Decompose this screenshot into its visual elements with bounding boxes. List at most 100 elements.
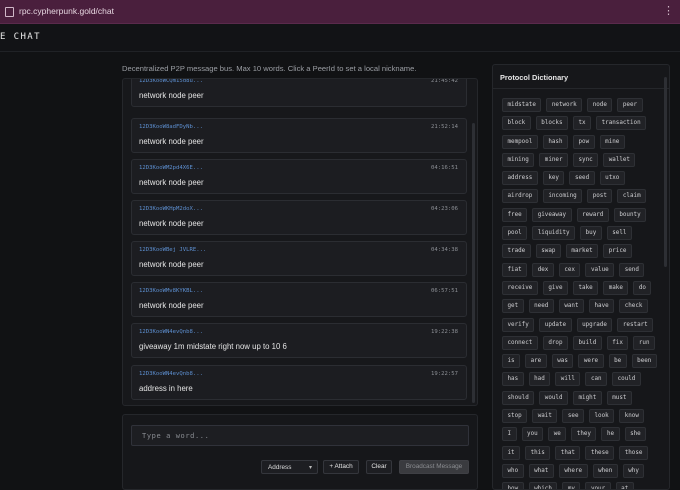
dictionary-word[interactable]: give xyxy=(542,280,569,295)
peer-id-link[interactable]: 12D3KooWCQm15d8u... xyxy=(139,79,203,84)
message-feed-scrollbar[interactable] xyxy=(472,123,475,403)
dictionary-word[interactable]: need xyxy=(528,299,554,314)
dictionary-word[interactable]: mine xyxy=(599,134,625,149)
dictionary-word[interactable]: check xyxy=(619,299,648,314)
dictionary-word[interactable]: hash xyxy=(542,134,569,149)
dictionary-word[interactable]: giveaway xyxy=(532,207,572,222)
dictionary-word[interactable]: know xyxy=(619,409,645,424)
dictionary-word[interactable]: was xyxy=(551,354,574,369)
dictionary-word[interactable]: why xyxy=(622,463,645,478)
dictionary-word[interactable]: stop xyxy=(502,409,528,424)
dictionary-word[interactable]: were xyxy=(578,354,604,369)
dictionary-word[interactable]: would xyxy=(539,390,569,405)
dictionary-word[interactable]: fix xyxy=(606,335,629,350)
dictionary-word[interactable]: seed xyxy=(569,171,595,186)
dictionary-word[interactable]: bounty xyxy=(613,207,647,222)
dictionary-word[interactable]: incoming xyxy=(542,189,583,204)
dictionary-word[interactable]: tx xyxy=(573,116,592,131)
peer-id-link[interactable]: 12D3KooWBej JVLRE... xyxy=(139,247,206,253)
dictionary-word[interactable]: had xyxy=(528,372,551,387)
dictionary-word[interactable]: network xyxy=(546,98,583,112)
more-options-icon[interactable]: ⋮ xyxy=(663,4,674,18)
dictionary-word[interactable]: restart xyxy=(617,317,654,332)
message-feed[interactable]: 12D3KooWCQm15d8u... 21:45:42 network nod… xyxy=(122,78,478,406)
dictionary-word[interactable]: mining xyxy=(502,152,535,167)
dictionary-word[interactable]: peer xyxy=(617,98,643,112)
dictionary-word[interactable]: utxo xyxy=(599,171,625,186)
dictionary-word[interactable]: send xyxy=(619,262,645,277)
dictionary-word[interactable]: my xyxy=(562,482,581,489)
dictionary-word[interactable]: wait xyxy=(532,409,558,424)
dictionary-word[interactable]: these xyxy=(585,445,615,460)
clear-button[interactable]: Clear xyxy=(366,460,392,474)
dictionary-word[interactable]: key xyxy=(542,171,565,186)
dictionary-word[interactable]: blocks xyxy=(535,116,569,131)
peer-id-link[interactable]: 12D3KooW8adFDyNb... xyxy=(139,124,203,130)
dictionary-word[interactable]: mempool xyxy=(502,134,538,149)
url-text[interactable]: rpc.cypherpunk.gold/chat xyxy=(19,6,114,16)
dictionary-word[interactable]: when xyxy=(592,463,618,478)
dictionary-word[interactable]: transaction xyxy=(596,116,647,131)
dictionary-word[interactable]: look xyxy=(589,409,615,424)
dictionary-word[interactable]: how xyxy=(502,482,524,489)
dictionary-word[interactable]: pool xyxy=(502,226,528,241)
dictionary-word[interactable]: swap xyxy=(535,244,561,259)
dictionary-word[interactable]: your xyxy=(585,482,611,489)
dictionary-word[interactable]: I xyxy=(502,427,517,442)
dictionary-word[interactable]: post xyxy=(587,189,613,204)
dictionary-word[interactable]: get xyxy=(502,299,524,314)
peer-id-link[interactable]: 12D3KooWKHpM2doX... xyxy=(139,206,203,212)
dictionary-word[interactable]: receive xyxy=(502,280,538,295)
dictionary-word[interactable]: she xyxy=(624,427,647,442)
dictionary-word[interactable]: see xyxy=(562,409,585,424)
dictionary-word[interactable]: those xyxy=(619,445,648,460)
dictionary-word[interactable]: claim xyxy=(617,189,647,204)
dictionary-word[interactable]: miner xyxy=(539,152,569,167)
dictionary-scrollbar[interactable] xyxy=(664,77,667,267)
peer-id-link[interactable]: 12D3KooWMv8KYKBL... xyxy=(139,288,203,294)
dictionary-word[interactable]: have xyxy=(589,299,615,314)
dictionary-word[interactable]: which xyxy=(528,482,558,489)
peer-id-link[interactable]: 12D3KooWM2pd4X6E... xyxy=(139,165,203,171)
dictionary-word[interactable]: free xyxy=(502,207,528,222)
dictionary-word[interactable]: are xyxy=(525,354,547,369)
dictionary-word[interactable]: address xyxy=(502,171,538,186)
dictionary-word[interactable]: has xyxy=(502,372,524,387)
dictionary-word[interactable]: might xyxy=(573,390,602,405)
dictionary-word[interactable]: that xyxy=(555,445,581,460)
dictionary-word[interactable]: drop xyxy=(542,335,569,350)
dictionary-word[interactable]: block xyxy=(502,116,531,131)
address-select[interactable]: Address ▾ xyxy=(261,460,318,474)
dictionary-word[interactable]: update xyxy=(539,317,572,332)
dictionary-word[interactable]: reward xyxy=(576,207,609,222)
dictionary-word[interactable]: trade xyxy=(502,244,531,259)
dictionary-word[interactable]: can xyxy=(585,372,608,387)
broadcast-message-button[interactable]: Broadcast Message xyxy=(399,460,469,474)
dictionary-word[interactable]: take xyxy=(573,280,599,295)
dictionary-word[interactable]: you xyxy=(521,427,544,442)
attach-button[interactable]: + Attach xyxy=(323,460,359,474)
dictionary-word[interactable]: at xyxy=(615,482,634,489)
dictionary-word[interactable]: will xyxy=(555,372,581,387)
dictionary-word[interactable]: liquidity xyxy=(532,226,576,241)
dictionary-word[interactable]: dex xyxy=(532,262,554,277)
dictionary-word[interactable]: price xyxy=(603,244,632,259)
dictionary-word[interactable]: cex xyxy=(558,262,581,277)
peer-id-link[interactable]: 12D3KooWN4evQnb8... xyxy=(139,371,203,377)
dictionary-word[interactable]: they xyxy=(571,427,597,442)
dictionary-word[interactable]: verify xyxy=(502,317,535,332)
dictionary-word[interactable]: market xyxy=(565,244,599,259)
dictionary-word[interactable]: make xyxy=(603,280,629,295)
dictionary-word[interactable]: this xyxy=(525,445,551,460)
dictionary-word[interactable]: could xyxy=(612,372,641,387)
dictionary-word[interactable]: connect xyxy=(502,335,538,350)
dictionary-word[interactable]: we xyxy=(548,427,567,442)
dictionary-word[interactable]: midstate xyxy=(502,98,542,112)
peer-id-link[interactable]: 12D3KooWN4evQnb8... xyxy=(139,329,203,335)
dictionary-word[interactable]: what xyxy=(528,463,554,478)
dictionary-word[interactable]: build xyxy=(573,335,602,350)
dictionary-word[interactable]: should xyxy=(502,390,535,405)
dictionary-word[interactable]: wallet xyxy=(603,152,636,167)
dictionary-word[interactable]: run xyxy=(633,335,656,350)
word-input[interactable] xyxy=(131,425,469,446)
